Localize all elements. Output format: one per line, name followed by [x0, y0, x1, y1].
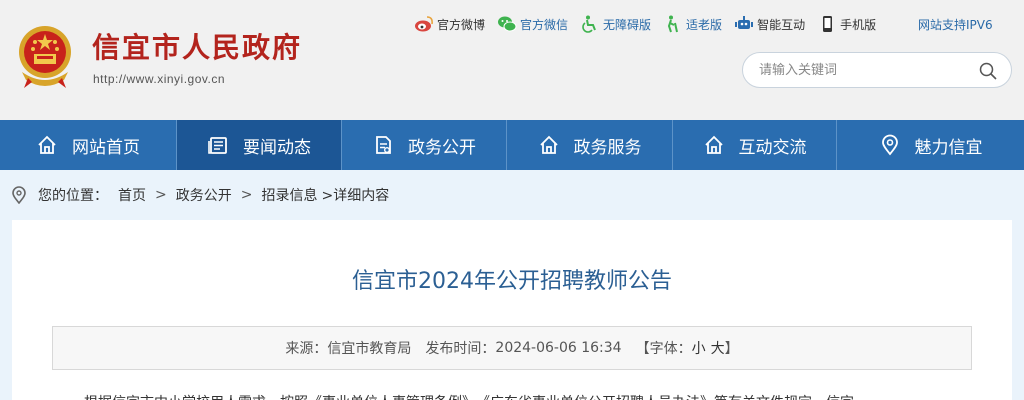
home-icon	[704, 135, 723, 154]
nav-news[interactable]: 要闻动态	[177, 120, 342, 170]
breadcrumb-public-affairs[interactable]: 政务公开	[176, 185, 232, 205]
wechat-icon	[498, 16, 517, 32]
accessibility-icon	[582, 15, 596, 33]
breadcrumb-separator: >	[240, 187, 253, 203]
font-large-button[interactable]: 大	[711, 338, 725, 358]
site-title[interactable]: 信宜市人民政府	[92, 26, 302, 66]
toplink-elderly[interactable]: 适老版	[663, 15, 722, 33]
nav-label: 魅力信宜	[914, 137, 983, 158]
elderly-icon	[667, 15, 679, 33]
article-title: 信宜市2024年公开招聘教师公告	[352, 269, 672, 294]
toplink-label: 官方微信	[520, 17, 569, 32]
search-input[interactable]	[759, 57, 979, 83]
document-icon	[376, 136, 391, 154]
breadcrumb-separator: >	[155, 187, 167, 203]
nav-interaction[interactable]: 互动交流	[673, 120, 837, 170]
toplink-label: 智能互动	[757, 17, 806, 32]
toplink-weibo[interactable]: 官方微博	[414, 15, 485, 33]
site-header: 信宜市人民政府 http://www.xinyi.gov.cn 官方微博 官方微…	[0, 0, 1024, 120]
search-box	[742, 52, 1012, 88]
toplink-label: 手机版	[840, 17, 877, 32]
toplink-wechat[interactable]: 官方微信	[497, 15, 568, 33]
source-value: 信宜市教育局	[327, 341, 412, 357]
top-links: 官方微博 官方微信 无障碍版 适老版 智能互动 手机版	[414, 14, 888, 34]
article-card: 信宜市2024年公开招聘教师公告 来源： 信宜市教育局 发布时间： 2024-0…	[12, 220, 1012, 400]
search-icon[interactable]	[979, 62, 997, 80]
ipv6-badge: 网站支持IPV6	[918, 18, 993, 32]
news-icon	[208, 137, 227, 154]
nav-services[interactable]: 政务服务	[507, 120, 673, 170]
breadcrumb-recruitment[interactable]: 招录信息	[261, 185, 317, 205]
national-emblem-icon	[19, 26, 71, 88]
main-nav: 网站首页 要闻动态 政务公开 政务服务 互动交流 魅力信宜	[0, 120, 1024, 170]
nav-public-affairs[interactable]: 政务公开	[342, 120, 507, 170]
article-body-first-line: 根据信宜市中小学校用人需求，按照《事业单位人事管理条例》、《广东省事业单位公开招…	[84, 392, 984, 400]
location-icon	[881, 134, 898, 156]
publish-time-value: 2024-06-06 16:34	[495, 340, 622, 356]
nav-label: 网站首页	[72, 137, 140, 158]
toplink-mobile[interactable]: 手机版	[817, 15, 876, 33]
breadcrumb-current: >详细内容	[321, 188, 390, 204]
font-small-button[interactable]: 小	[692, 338, 706, 358]
home-icon	[539, 135, 558, 154]
nav-charm-xinyi[interactable]: 魅力信宜	[837, 120, 1024, 170]
toplink-robot[interactable]: 智能互动	[734, 15, 805, 33]
site-url: http://www.xinyi.gov.cn	[93, 72, 225, 86]
nav-label: 互动交流	[738, 137, 807, 158]
toplink-label: 无障碍版	[603, 17, 652, 32]
nav-label: 政务公开	[408, 137, 476, 158]
weibo-icon	[415, 16, 433, 32]
mobile-icon	[823, 16, 833, 32]
breadcrumb-home[interactable]: 首页	[118, 185, 146, 205]
article-meta: 来源： 信宜市教育局 发布时间： 2024-06-06 16:34 【字体： 小…	[52, 326, 972, 370]
breadcrumb: 您的位置： 首页 > 政务公开 > 招录信息 >详细内容	[0, 170, 1024, 220]
toplink-label: 适老版	[686, 17, 723, 32]
source-label: 来源：	[285, 341, 328, 357]
nav-label: 政务服务	[573, 137, 642, 158]
breadcrumb-prefix: 您的位置：	[38, 188, 108, 204]
home-icon	[38, 135, 56, 154]
toplink-label: 官方微博	[437, 17, 486, 32]
font-size-close: 】	[724, 341, 739, 357]
toplink-accessibility[interactable]: 无障碍版	[580, 15, 651, 33]
publish-time-label: 发布时间：	[425, 341, 496, 357]
nav-home[interactable]: 网站首页	[0, 120, 177, 170]
location-pin-icon	[12, 186, 26, 204]
font-size-label: 【字体：	[635, 341, 692, 357]
robot-icon	[735, 16, 754, 29]
nav-label: 要闻动态	[243, 137, 311, 158]
